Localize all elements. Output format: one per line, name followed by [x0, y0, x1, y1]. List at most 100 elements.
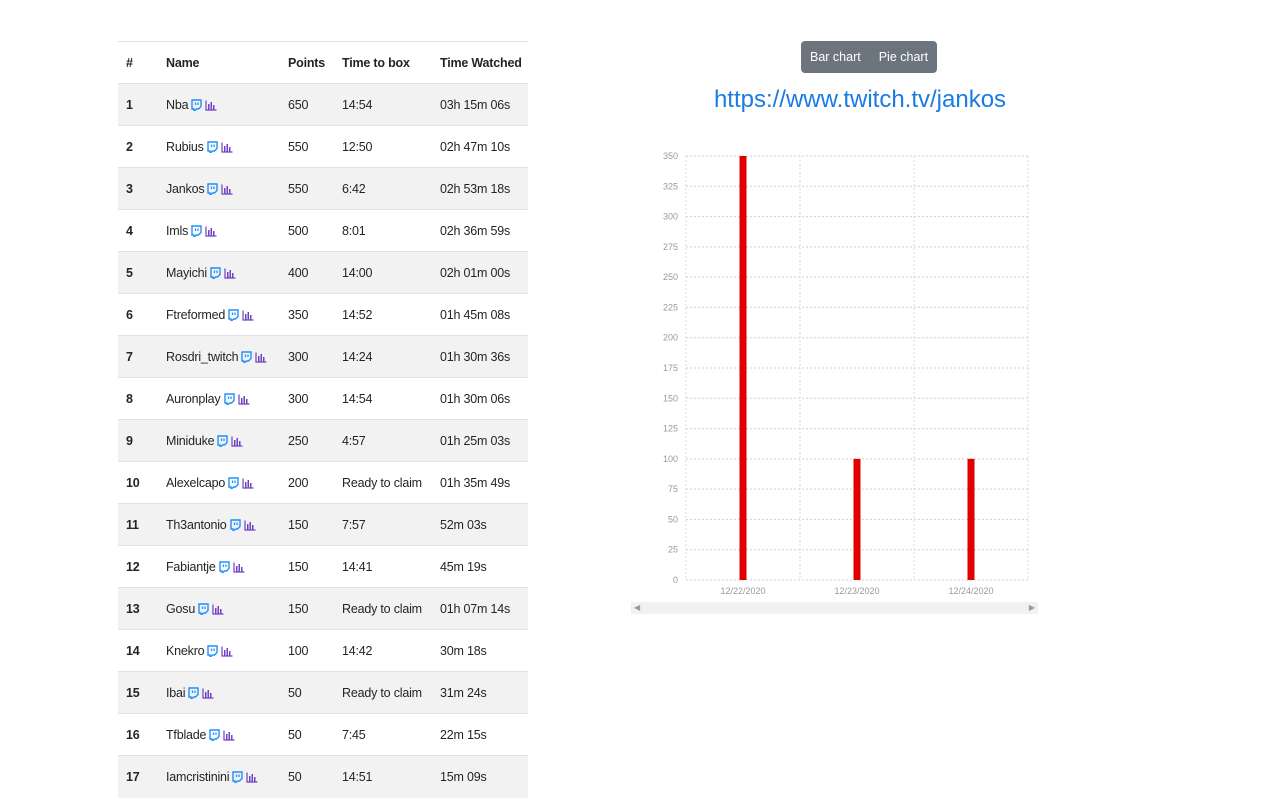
x-tick-label: 12/22/2020 — [720, 586, 765, 596]
bar-chart-icon[interactable] — [205, 100, 217, 111]
bar-chart-icon[interactable] — [224, 268, 236, 279]
cell-time-to-box: 14:54 — [342, 391, 373, 406]
twitch-icon[interactable] — [218, 561, 230, 574]
name-cell: Gosu — [166, 588, 288, 630]
name-cell: Mayichi — [166, 252, 288, 294]
bar-chart-icon[interactable] — [221, 184, 233, 195]
y-tick-label: 175 — [663, 363, 678, 373]
cell-time-watched: 22m 15s — [440, 727, 487, 742]
cell-points: 150 — [288, 601, 309, 616]
cell-time-watched: 01h 25m 03s — [440, 433, 511, 448]
cell-time-watched: 52m 03s — [440, 517, 487, 532]
bar-chart-icon[interactable] — [231, 436, 243, 447]
cell-points: 550 — [288, 139, 309, 154]
twitch-icon[interactable] — [210, 267, 221, 280]
cell-time-watched: 01h 30m 36s — [440, 349, 511, 364]
cell-name: Rosdri_twitch — [166, 349, 239, 364]
cell-time-to-box: 8:01 — [342, 223, 366, 238]
header-points: Points — [288, 55, 325, 70]
cell-time-to-box: 14:00 — [342, 265, 373, 280]
name-cell: Alexelcapo — [166, 462, 288, 504]
bar-chart-icon[interactable] — [221, 142, 233, 153]
twitch-icon[interactable] — [207, 645, 219, 658]
table-row: 17 Iamcristinini 50 14:51 15m 09s — [118, 755, 528, 798]
cell-points: 200 — [288, 475, 309, 490]
table-row: 1 Nba 650 14:54 03h 15m 06s — [118, 83, 528, 126]
cell-time-watched: 01h 35m 49s — [440, 475, 511, 490]
header-time-watched: Time Watched — [440, 55, 522, 70]
y-tick-label: 250 — [663, 272, 678, 282]
twitch-icon[interactable] — [223, 393, 235, 406]
bar-chart-icon[interactable] — [212, 604, 224, 615]
cell-name: Mayichi — [166, 265, 207, 280]
name-cell: Auronplay — [166, 378, 288, 420]
y-tick-label: 125 — [663, 424, 678, 434]
bar-chart-icon[interactable] — [205, 226, 217, 237]
bar-chart-icon[interactable] — [202, 688, 214, 699]
twitch-icon[interactable] — [241, 351, 253, 364]
chart-scrollbar[interactable]: ◀ ▶ — [631, 602, 1038, 614]
twitch-icon[interactable] — [191, 225, 202, 238]
twitch-icon[interactable] — [229, 519, 241, 532]
table-row: 10 Alexelcapo 200 Ready to claim 01h 35m 49s — [118, 461, 528, 504]
y-tick-label: 25 — [668, 545, 678, 555]
table-row: 9 Miniduke 250 4:57 01h 25m 03s — [118, 419, 528, 462]
cell-points: 300 — [288, 349, 309, 364]
cell-time-watched: 45m 19s — [440, 559, 487, 574]
bar-chart-icon[interactable] — [237, 394, 250, 405]
bar-chart-icon[interactable] — [243, 520, 256, 531]
y-tick-label: 150 — [663, 393, 678, 403]
cell-time-to-box: Ready to claim — [342, 475, 422, 490]
cell-time-watched: 02h 53m 18s — [440, 181, 511, 196]
cell-rank: 15 — [126, 685, 140, 700]
leaderboard-table: # Name Points Time to box Time Watched 1… — [118, 41, 528, 798]
cell-points: 150 — [288, 517, 309, 532]
bar-chart-icon[interactable] — [223, 730, 235, 741]
name-cell: Ftreformed — [166, 294, 288, 336]
bar-chart-icon[interactable] — [233, 562, 245, 573]
bar-chart-icon[interactable] — [255, 352, 267, 363]
cell-time-watched: 15m 09s — [440, 769, 487, 784]
twitch-icon[interactable] — [228, 309, 239, 322]
cell-rank: 1 — [126, 97, 133, 112]
pie-chart-button[interactable]: Pie chart — [870, 41, 937, 73]
cell-points: 400 — [288, 265, 309, 280]
twitch-icon[interactable] — [207, 183, 219, 196]
twitch-icon[interactable] — [209, 729, 220, 742]
table-row: 13 Gosu 150 Ready to claim 01h 07m 14s — [118, 587, 528, 630]
name-cell: Imls — [166, 210, 288, 252]
cell-time-to-box: 4:57 — [342, 433, 366, 448]
scroll-left-icon[interactable]: ◀ — [634, 602, 640, 614]
twitch-icon[interactable] — [188, 687, 200, 700]
cell-name: Tfblade — [166, 727, 207, 742]
twitch-icon[interactable] — [207, 141, 218, 154]
bar-chart-button[interactable]: Bar chart — [801, 41, 870, 73]
channel-link[interactable]: https://www.twitch.tv/jankos — [640, 86, 1080, 114]
twitch-icon[interactable] — [198, 603, 209, 616]
cell-time-to-box: 14:42 — [342, 643, 373, 658]
bar-chart-icon[interactable] — [246, 772, 258, 783]
bar-chart-icon[interactable] — [221, 646, 233, 657]
cell-rank: 3 — [126, 181, 133, 196]
scroll-right-icon[interactable]: ▶ — [1029, 602, 1035, 614]
cell-time-to-box: 12:50 — [342, 139, 373, 154]
twitch-icon[interactable] — [191, 99, 203, 112]
twitch-icon[interactable] — [217, 435, 229, 448]
header-time-to-box: Time to box — [342, 55, 410, 70]
twitch-icon[interactable] — [232, 771, 244, 784]
table-header-row: # Name Points Time to box Time Watched — [118, 41, 528, 84]
name-cell: Rosdri_twitch — [166, 336, 288, 378]
cell-name: Jankos — [166, 181, 205, 196]
cell-rank: 9 — [126, 433, 133, 448]
cell-time-to-box: 7:57 — [342, 517, 366, 532]
name-cell: Knekro — [166, 630, 288, 672]
name-cell: Th3antonio — [166, 504, 288, 546]
cell-rank: 2 — [126, 139, 133, 154]
bar-chart-icon[interactable] — [242, 310, 254, 321]
cell-time-watched: 03h 15m 06s — [440, 97, 511, 112]
bar-chart-icon[interactable] — [242, 478, 254, 489]
twitch-icon[interactable] — [228, 477, 239, 490]
cell-name: Knekro — [166, 643, 205, 658]
cell-time-watched: 01h 07m 14s — [440, 601, 511, 616]
table-row: 11 Th3antonio 150 7:57 52m 03s — [118, 503, 528, 546]
